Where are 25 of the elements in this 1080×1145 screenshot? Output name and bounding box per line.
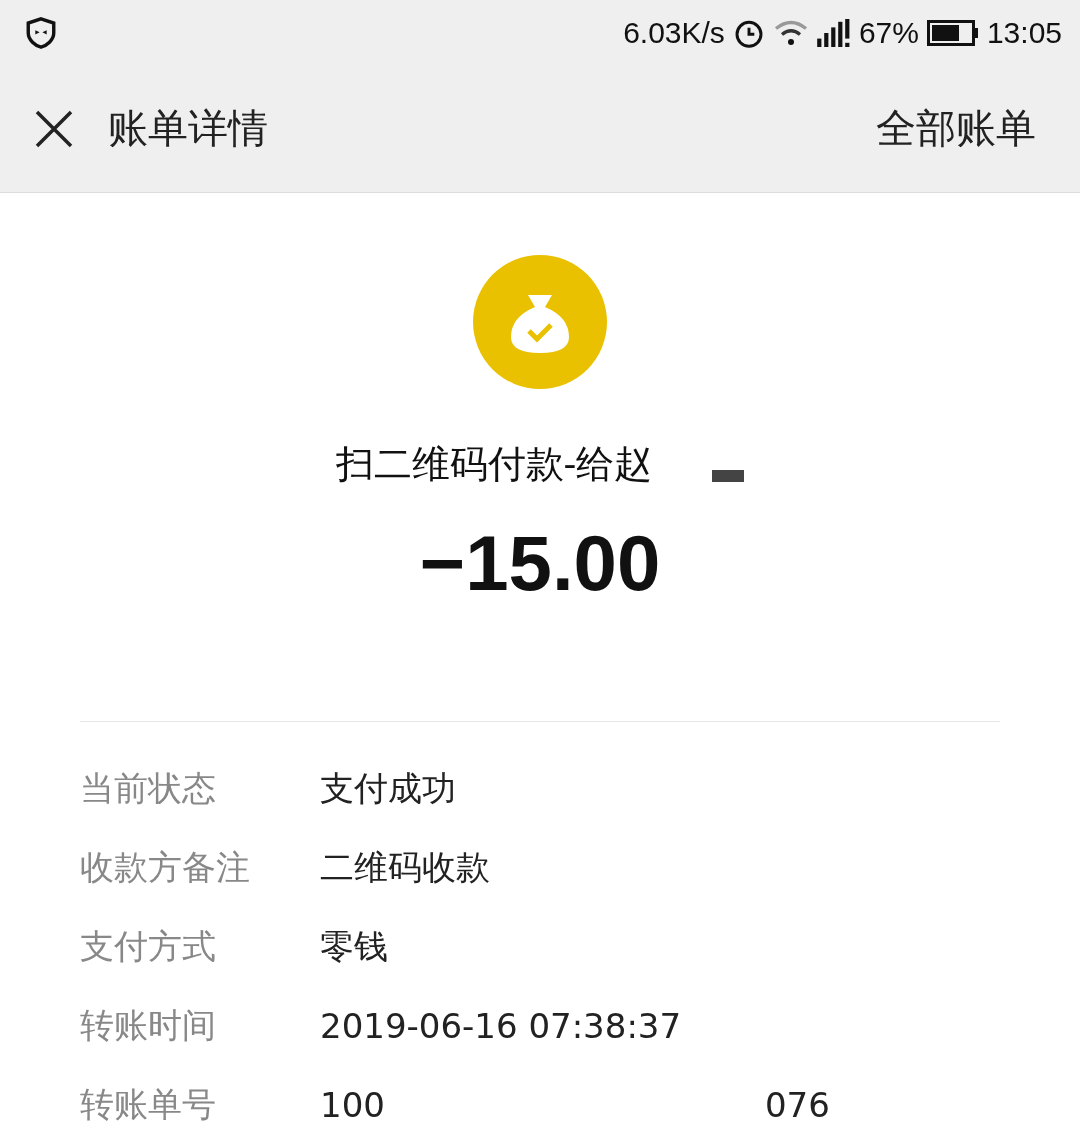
detail-value: 100 [320,1084,385,1125]
detail-label: 收款方备注 [80,845,251,889]
detail-label: 转账单号 [80,1082,217,1126]
wifi-icon [772,18,809,47]
redaction-mark [712,469,745,482]
battery-percent: 67% [858,15,919,50]
battery-icon [926,19,979,46]
close-button[interactable] [34,108,74,149]
payment-title: 扫二维码付款-给赵 [335,441,653,488]
detail-label: 转账时间 [80,1003,217,1047]
network-speed: 6.03K/s [623,15,725,50]
detail-label: 当前状态 [80,766,217,810]
detail-value: 二维码收款 [320,845,490,889]
amount: −15.00 [419,518,661,609]
shield-icon [24,15,58,50]
clock-time: 13:05 [986,15,1062,50]
page-title: 账单详情 [108,104,268,153]
detail-value: 2019-06-16 07:38:37 [320,1005,682,1046]
signal-icon [816,18,851,47]
money-bag-icon [473,255,607,389]
detail-label: 支付方式 [80,924,217,968]
detail-value: 零钱 [320,924,388,968]
detail-value: 支付成功 [320,766,456,810]
detail-value: 076 [764,1084,830,1125]
all-bills-link[interactable]: 全部账单 [876,101,1036,156]
